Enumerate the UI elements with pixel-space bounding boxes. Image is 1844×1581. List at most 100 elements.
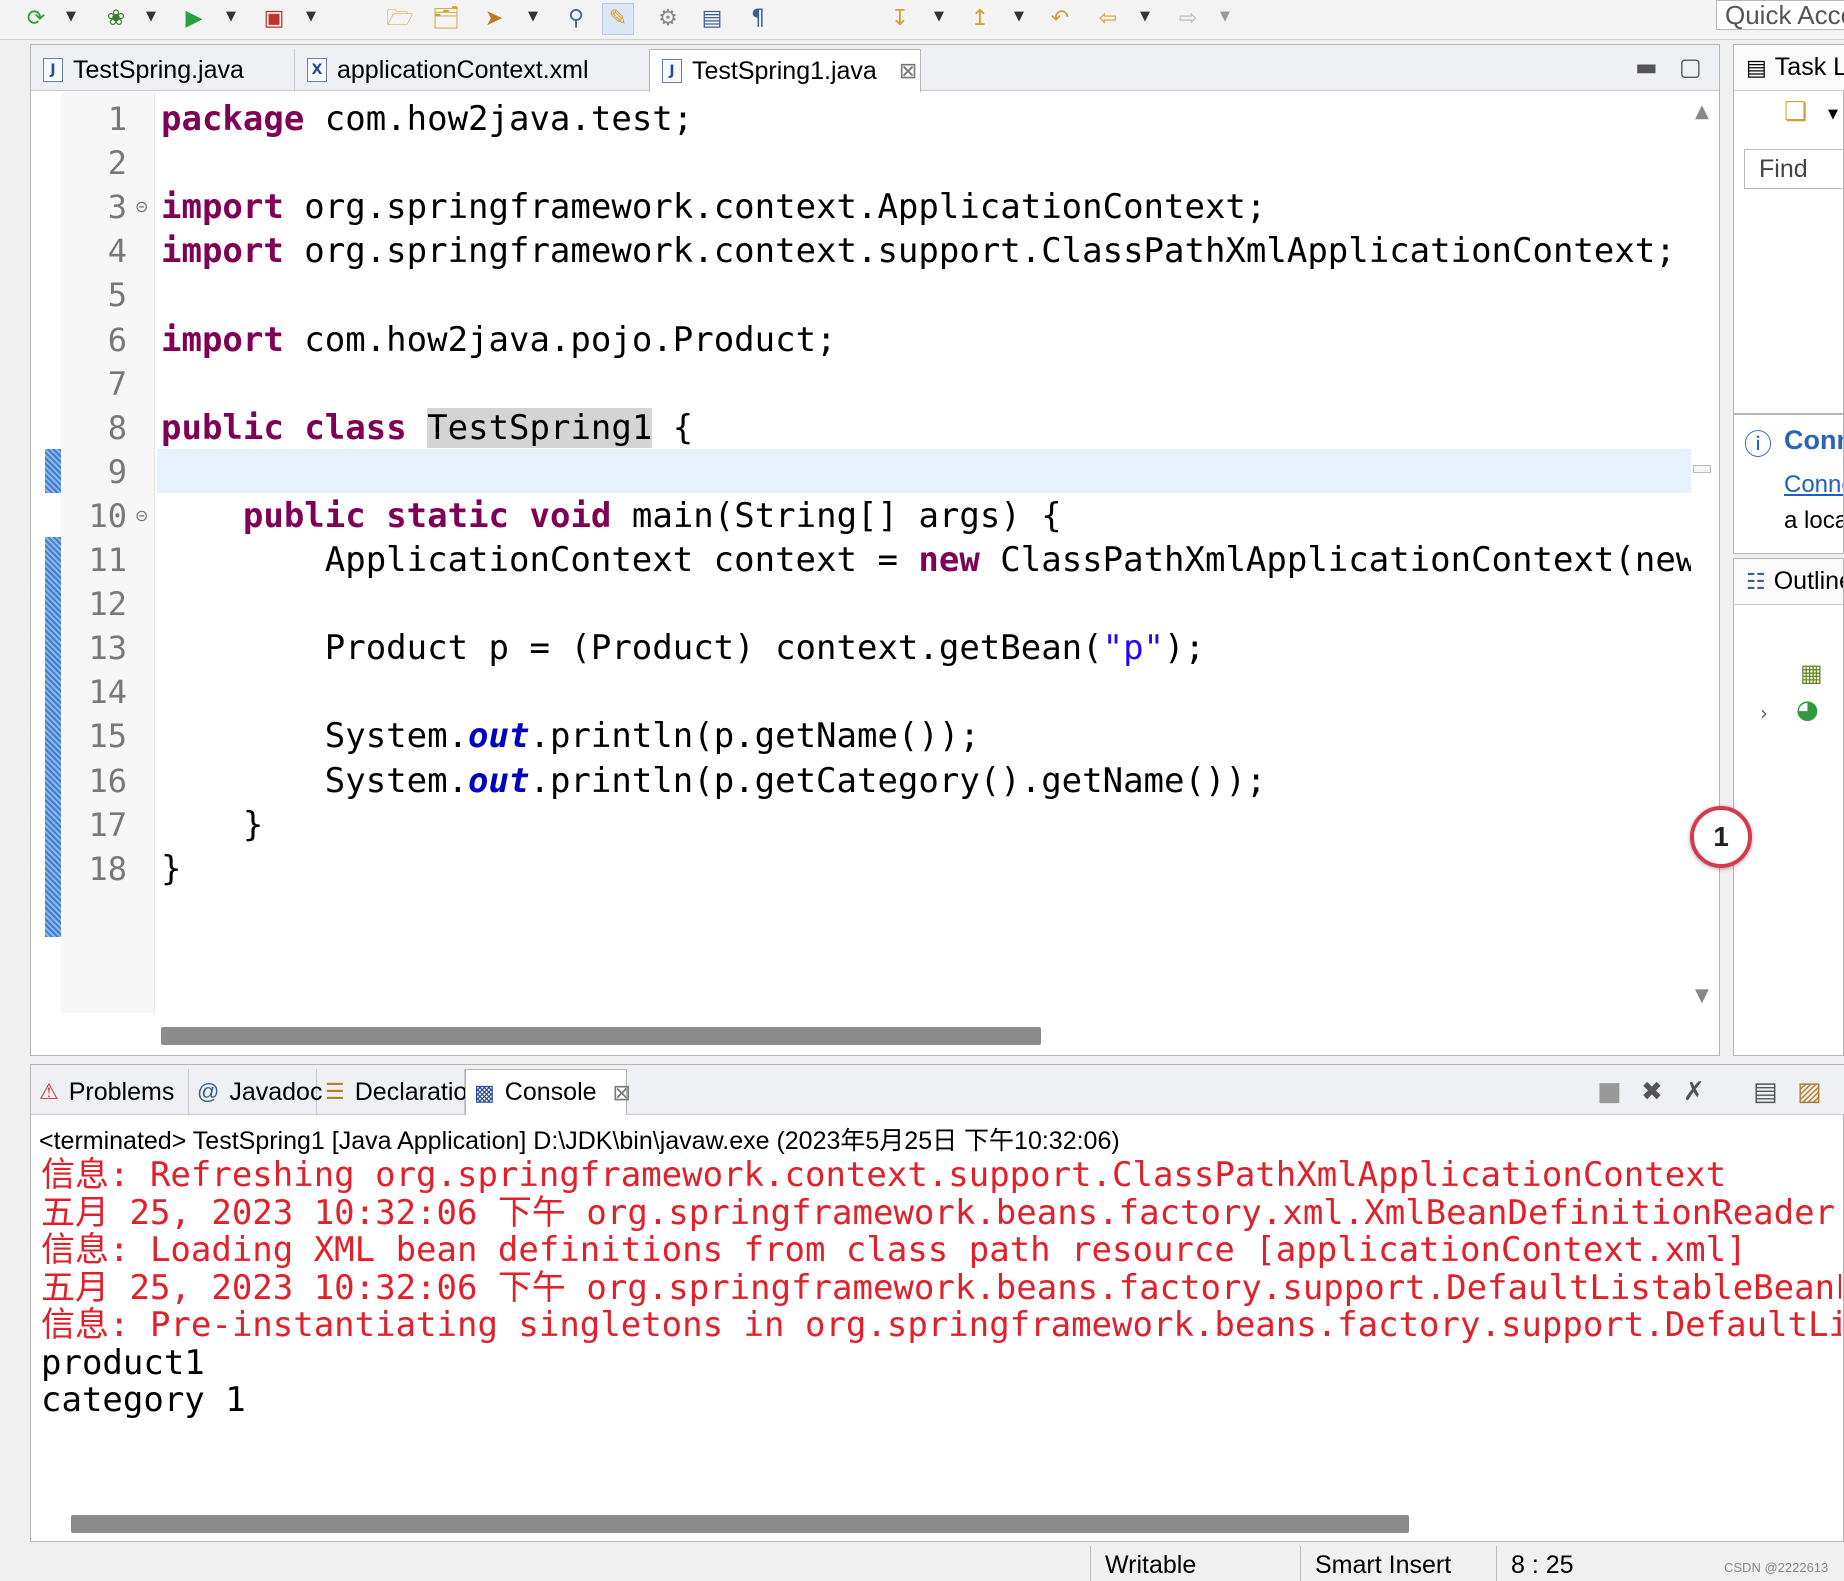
status-insert-mode[interactable]: Smart Insert [1300,1546,1494,1581]
rocket-icon[interactable]: ➤ [478,3,510,35]
run-icon[interactable]: ▶ [178,3,210,35]
highlight-icon[interactable]: ✎ [602,3,634,35]
pilcrow-icon[interactable]: ¶ [742,3,774,35]
line-number: 7 [107,364,127,403]
outline-tab[interactable]: ☷ Outline [1734,559,1843,605]
external-tools-icon[interactable]: ▣ [258,3,290,35]
line-number: 2 [107,144,127,183]
next-annotation-icon[interactable]: ↧ [884,3,916,35]
run-history-icon[interactable]: ⟳ [20,3,52,35]
terminate-icon[interactable]: ■ [1597,1077,1622,1107]
run-dropdown-icon[interactable]: ▼ [226,9,236,24]
close-icon[interactable]: ⊠ [613,1080,631,1106]
run-history-dropdown-icon[interactable]: ▼ [66,9,76,24]
rocket-dropdown-icon[interactable]: ▼ [528,9,538,24]
new-task-dropdown-icon[interactable]: ▼ [1828,107,1838,122]
line-number: 1 [107,100,127,138]
tab-console[interactable]: ▩ Console ⊠ [465,1069,631,1115]
clear-console-icon[interactable]: ▤ [1753,1077,1778,1107]
remove-all-launches-icon[interactable]: ✗ [1683,1077,1705,1107]
minimize-icon[interactable]: ▬ [1635,53,1658,81]
code-text: System. [161,716,469,757]
tab-label: Console [504,1078,597,1106]
scroll-lock-icon[interactable]: ▨ [1797,1077,1822,1107]
close-icon[interactable]: ⊠ [899,58,917,84]
connect-title: Connect Mylyn [1784,425,1843,455]
code-line[interactable]: } [161,847,181,891]
fold-collapse-icon[interactable]: ⊝ [135,506,148,525]
debug-dropdown-icon[interactable]: ▼ [146,9,156,24]
fold-collapse-icon[interactable]: ⊝ [135,197,148,216]
code-keyword: import [161,187,284,228]
code-line[interactable]: public class TestSpring1 { [161,406,693,450]
problems-icon: ⚠ [39,1079,59,1104]
code-line[interactable]: package com.how2java.test; [161,97,693,141]
tab-label: TestSpring1.java [692,56,877,85]
console-view: ⚠ Problems @ Javadoc ☰ Declaration ▩ Con… [30,1064,1844,1542]
open-folder-icon[interactable]: 🗁 [384,3,416,35]
code-line[interactable]: } [161,803,263,847]
scroll-down-arrow-icon[interactable]: ▼ [1695,985,1709,1006]
spell-icon[interactable]: ⚙ [652,3,684,35]
code-text: ); [1164,628,1205,669]
code-line[interactable]: System.out.println(p.getName()); [161,714,980,758]
debug-icon[interactable]: ❀ [100,3,132,35]
package-icon[interactable]: ▦ [1800,659,1823,687]
back-dropdown-icon[interactable]: ▼ [1140,9,1150,24]
back-icon[interactable]: ⇦ [1092,3,1124,35]
new-task-icon[interactable]: ❏ [1784,97,1807,127]
status-cursor-position[interactable]: 8 : 25 [1496,1546,1636,1581]
editor-horizontal-scrollbar[interactable] [161,1027,1041,1045]
search-icon[interactable]: ⚲ [560,3,592,35]
code-line[interactable]: ApplicationContext context = new ClassPa… [161,538,1691,582]
code-line[interactable]: import org.springframework.context.suppo… [161,229,1676,273]
overview-ruler-marker[interactable] [1693,465,1711,473]
code-line[interactable]: Product p = (Product) context.getBean("p… [161,626,1205,670]
tab-testspring1-java[interactable]: J TestSpring1.java ⊠ [649,49,921,92]
line-number: 14 [88,673,127,712]
external-tools-dropdown-icon[interactable]: ▼ [306,9,316,24]
line-number: 12 [88,585,127,624]
tab-testspring-java[interactable]: J TestSpring.java [31,49,295,91]
notification-badge[interactable]: 1 [1690,806,1752,868]
line-number: 13 [88,629,127,668]
task-list-tab[interactable]: ▤ Task List [1734,45,1844,91]
java-file-icon: J [662,59,682,83]
console-output[interactable]: 信息: Refreshing org.springframework.conte… [41,1153,1841,1513]
tab-applicationcontext-xml[interactable]: X applicationContext.xml [295,49,679,91]
tab-declaration[interactable]: ☰ Declaration [317,1069,481,1115]
tab-problems[interactable]: ⚠ Problems [31,1069,189,1115]
forward-icon[interactable]: ⇨ [1172,3,1204,35]
tab-javadoc[interactable]: @ Javadoc [189,1069,322,1115]
remove-launch-icon[interactable]: ✖ [1641,1077,1663,1107]
line-number: 6 [107,320,127,359]
console-horizontal-scrollbar[interactable] [71,1515,1409,1533]
code-occurrence-highlight: TestSpring1 [427,407,653,448]
outline-block-icon[interactable]: ▤ [696,3,728,35]
last-edit-icon[interactable]: ↶ [1044,3,1076,35]
code-text[interactable]: package com.how2java.test; import org.spr… [161,97,1691,1007]
next-annotation-dropdown-icon[interactable]: ▼ [934,9,944,24]
open-project-icon[interactable]: 🗂 [430,3,462,35]
outline-title: Outline [1773,567,1843,595]
task-find-input[interactable]: Find [1744,149,1844,189]
code-line[interactable]: import org.springframework.context.Appli… [161,185,1266,229]
code-line[interactable]: import com.how2java.pojo.Product; [161,318,837,362]
prev-annotation-icon[interactable]: ↥ [964,3,996,35]
quick-access-input[interactable]: Quick Access [1716,0,1844,30]
maximize-icon[interactable]: ▢ [1679,53,1702,81]
class-icon[interactable]: ◕ [1796,695,1819,725]
code-line[interactable]: System.out.println(p.getCategory().getNa… [161,759,1267,803]
code-line[interactable]: public static void main(String[] args) { [161,494,1062,538]
task-list-icon: ▤ [1746,54,1767,80]
chevron-right-icon[interactable]: › [1760,701,1768,725]
prev-annotation-dropdown-icon[interactable]: ▼ [1014,9,1024,24]
line-number: 5 [107,276,127,315]
forward-dropdown-icon[interactable]: ▼ [1220,9,1230,24]
console-process-description: <terminated> TestSpring1 [Java Applicati… [39,1127,1120,1155]
scroll-up-arrow-icon[interactable]: ▲ [1695,101,1709,122]
code-field: out [468,716,530,757]
connect-link[interactable]: Connect [1784,471,1843,499]
line-number-ruler: 1 2 3 ⊝ 4 5 6 7 8 9 10 ⊝ 11 12 13 14 15 16 17 18 [61,93,155,1013]
